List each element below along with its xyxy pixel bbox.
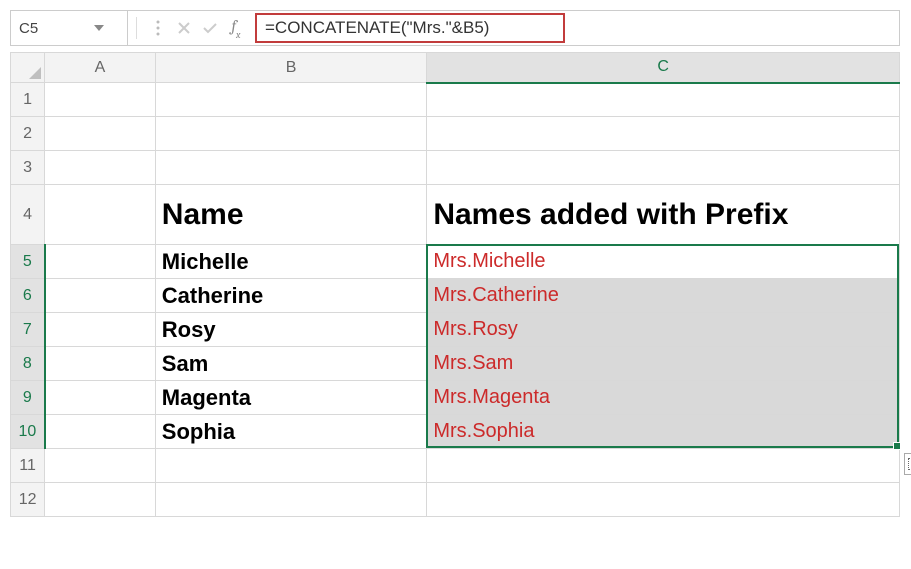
row-header-5[interactable]: 5 [11, 245, 45, 279]
cell-C12[interactable] [427, 483, 900, 517]
cell-C4[interactable]: Names added with Prefix [427, 185, 900, 245]
column-header-A[interactable]: A [45, 53, 156, 83]
name-box-input[interactable] [11, 11, 91, 45]
cell-B6[interactable]: Catherine [155, 279, 427, 313]
cell-B11[interactable] [155, 449, 427, 483]
enter-button[interactable] [197, 11, 223, 45]
cell-A7[interactable] [45, 313, 156, 347]
cell-B9[interactable]: Magenta [155, 381, 427, 415]
cell-C8[interactable]: Mrs.Sam [427, 347, 900, 381]
row-header-2[interactable]: 2 [11, 117, 45, 151]
cell-A2[interactable] [45, 117, 156, 151]
cell-A5[interactable] [45, 245, 156, 279]
cell-C2[interactable] [427, 117, 900, 151]
dots-icon [145, 11, 171, 45]
cell-B12[interactable] [155, 483, 427, 517]
cancel-button[interactable] [171, 11, 197, 45]
name-box[interactable] [11, 11, 128, 45]
row-header-1[interactable]: 1 [11, 83, 45, 117]
row-header-7[interactable]: 7 [11, 313, 45, 347]
cell-B4[interactable]: Name [155, 185, 427, 245]
cell-A11[interactable] [45, 449, 156, 483]
cell-C6[interactable]: Mrs.Catherine [427, 279, 900, 313]
cell-C5[interactable]: Mrs.Michelle [427, 245, 900, 279]
spreadsheet-grid[interactable]: A B C 1 2 3 4 NameNames added with Prefix… [10, 52, 900, 517]
formula-highlight-box [255, 13, 565, 43]
formula-input[interactable] [263, 17, 553, 39]
cell-C1[interactable] [427, 83, 900, 117]
row-header-10[interactable]: 10 [11, 415, 45, 449]
insert-function-button[interactable]: fx [223, 11, 249, 45]
cell-A8[interactable] [45, 347, 156, 381]
fill-handle[interactable] [893, 442, 901, 450]
cell-A6[interactable] [45, 279, 156, 313]
cell-A3[interactable] [45, 151, 156, 185]
cell-C9[interactable]: Mrs.Magenta [427, 381, 900, 415]
select-all-corner[interactable] [11, 53, 45, 83]
cell-B8[interactable]: Sam [155, 347, 427, 381]
formula-bar: fx [10, 10, 900, 46]
cell-C7[interactable]: Mrs.Rosy [427, 313, 900, 347]
auto-fill-options-button[interactable]: ▾ [904, 453, 911, 475]
cell-A4[interactable] [45, 185, 156, 245]
row-header-6[interactable]: 6 [11, 279, 45, 313]
cell-A10[interactable] [45, 415, 156, 449]
x-icon [177, 21, 191, 35]
cell-C3[interactable] [427, 151, 900, 185]
column-header-B[interactable]: B [155, 53, 427, 83]
row-header-9[interactable]: 9 [11, 381, 45, 415]
cell-B7[interactable]: Rosy [155, 313, 427, 347]
row-header-3[interactable]: 3 [11, 151, 45, 185]
row-header-12[interactable]: 12 [11, 483, 45, 517]
cell-B10[interactable]: Sophia [155, 415, 427, 449]
cell-B2[interactable] [155, 117, 427, 151]
name-box-dropdown-icon[interactable] [91, 20, 107, 36]
cell-A9[interactable] [45, 381, 156, 415]
cell-A1[interactable] [45, 83, 156, 117]
row-header-4[interactable]: 4 [11, 185, 45, 245]
cell-A12[interactable] [45, 483, 156, 517]
check-icon [202, 22, 218, 34]
separator [136, 17, 137, 39]
cell-B1[interactable] [155, 83, 427, 117]
row-header-8[interactable]: 8 [11, 347, 45, 381]
fx-icon: fx [231, 17, 240, 38]
cell-C11[interactable] [427, 449, 900, 483]
select-all-icon [29, 67, 41, 79]
cell-B5[interactable]: Michelle [155, 245, 427, 279]
cell-B3[interactable] [155, 151, 427, 185]
column-header-C[interactable]: C [427, 53, 900, 83]
row-header-11[interactable]: 11 [11, 449, 45, 483]
cell-C10[interactable]: Mrs.Sophia [427, 415, 900, 449]
